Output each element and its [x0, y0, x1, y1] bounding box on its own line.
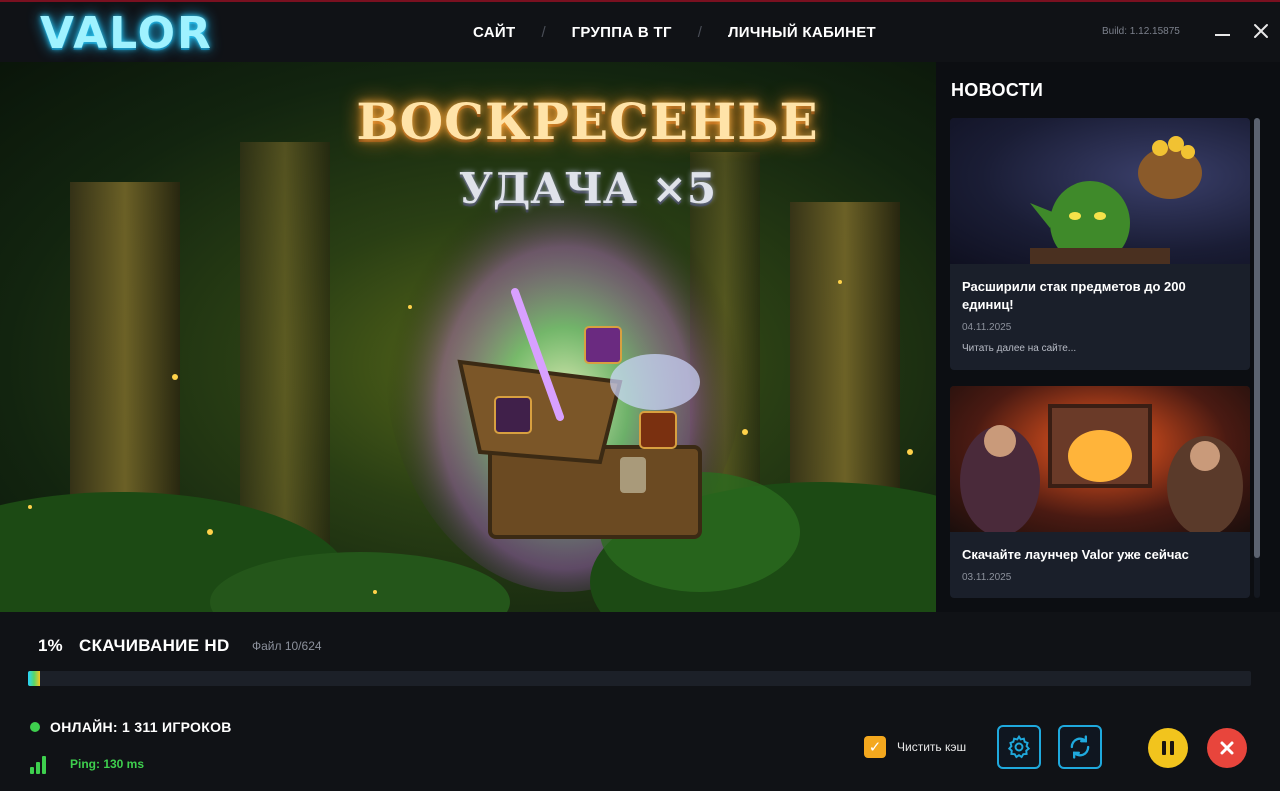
nav-cabinet-link[interactable]: ЛИЧНЫЙ КАБИНЕТ	[728, 24, 876, 41]
download-percent: 1%	[38, 636, 63, 655]
nav-separator: /	[541, 24, 546, 41]
promo-banner[interactable]: ВОСКРЕСЕНЬЕ УДАЧА ×5	[0, 62, 936, 612]
build-version: Build: 1.12.15875	[1102, 26, 1180, 37]
news-read-more-link[interactable]: Читать далее на сайте...	[950, 343, 1250, 354]
online-players-count: ОНЛАЙН: 1 311 ИГРОКОВ	[50, 719, 232, 735]
news-thumbnail	[950, 386, 1250, 532]
news-heading: НОВОСТИ	[951, 80, 1044, 100]
download-label: СКАЧИВАНИЕ HD	[79, 636, 230, 655]
gear-icon	[1007, 734, 1031, 759]
ping-value: Ping: 130 ms	[70, 757, 145, 771]
news-title: Расширили стак предметов до 200 единиц!	[962, 279, 1186, 312]
news-card[interactable]: Скачайте лаунчер Valor уже сейчас 03.11.…	[950, 386, 1250, 598]
news-date: 04.11.2025	[962, 322, 1012, 333]
news-scrollbar-thumb[interactable]	[1254, 118, 1260, 558]
checkmark-icon: ✓	[868, 739, 882, 756]
minimize-button[interactable]	[1212, 20, 1234, 42]
download-progress-bar	[28, 671, 1251, 686]
refresh-icon	[1070, 735, 1090, 759]
refresh-button[interactable]	[1058, 725, 1102, 769]
settings-button[interactable]	[997, 725, 1041, 769]
news-list: Расширили стак предметов до 200 единиц! …	[950, 118, 1250, 598]
close-window-button[interactable]	[1250, 20, 1272, 42]
top-bar: VALOR САЙТ / ГРУППА В ТГ / ЛИЧНЫЙ КАБИНЕ…	[0, 0, 1280, 62]
pause-button[interactable]	[1148, 728, 1188, 768]
news-title: Скачайте лаунчер Valor уже сейчас	[962, 547, 1189, 562]
news-thumbnail	[950, 118, 1250, 264]
banner-subtitle: УДАЧА ×5	[458, 164, 717, 213]
clear-cache-label[interactable]: Чистить кэш	[897, 740, 966, 754]
nav-separator: /	[697, 24, 702, 41]
clear-cache-checkbox[interactable]: ✓	[864, 736, 886, 758]
main-nav: САЙТ / ГРУППА В ТГ / ЛИЧНЫЙ КАБИНЕТ	[473, 24, 876, 41]
news-date: 03.11.2025	[962, 572, 1012, 583]
valor-logo: VALOR	[40, 8, 213, 59]
download-file-count: Файл 10/624	[252, 639, 322, 653]
banner-title: ВОСКРЕСЕНЬЕ	[356, 92, 819, 151]
online-status-dot	[30, 722, 40, 732]
cancel-download-button[interactable]	[1207, 728, 1247, 768]
close-icon	[1220, 741, 1234, 755]
pause-icon	[1162, 741, 1174, 755]
news-card[interactable]: Расширили стак предметов до 200 единиц! …	[950, 118, 1250, 370]
news-scrollbar[interactable]	[1254, 118, 1260, 598]
download-progress-fill	[28, 671, 41, 686]
signal-icon	[30, 754, 52, 774]
nav-site-link[interactable]: САЙТ	[473, 24, 515, 41]
nav-tg-group-link[interactable]: ГРУППА В ТГ	[572, 24, 672, 41]
close-icon	[1254, 24, 1268, 38]
